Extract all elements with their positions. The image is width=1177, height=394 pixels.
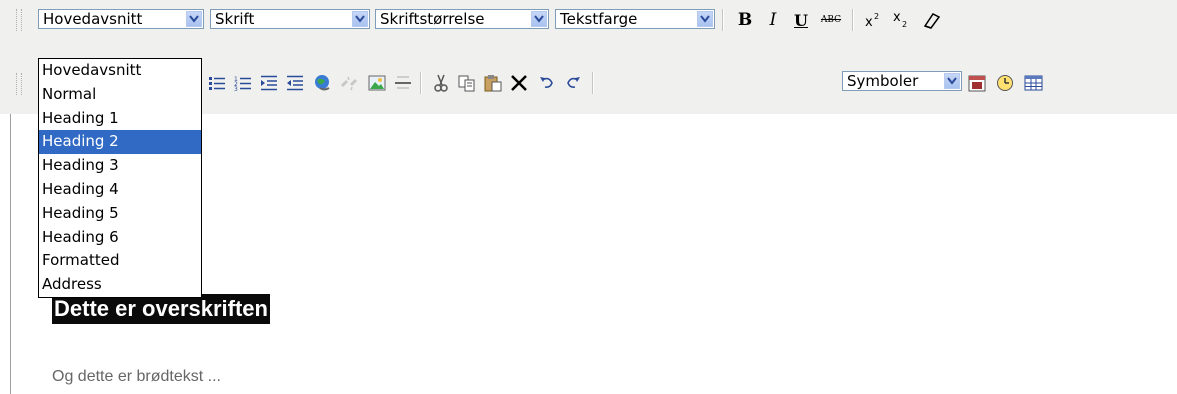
font-select[interactable]: Skrift [210,9,370,29]
format-option[interactable]: Heading 1 [39,107,201,131]
outdent-button[interactable] [284,72,306,94]
paste-icon [484,75,502,92]
chevron-down-icon[interactable] [697,11,713,27]
chevron-down-icon[interactable] [531,11,547,27]
symbols-select[interactable]: Symboler [842,71,962,91]
format-option[interactable]: Heading 2 [39,130,201,155]
numbered-list-button[interactable]: 123 [232,72,254,94]
cut-button[interactable] [430,72,452,94]
copy-button[interactable] [456,72,478,94]
font-size-select-value: Skriftstørrelse [380,10,485,28]
undo-icon [540,77,553,88]
symbols-select-value: Symboler [847,72,919,90]
text-color-select-value: Tekstfarge [560,10,638,28]
undo-button[interactable] [536,72,558,94]
format-option[interactable]: Formatted [39,249,201,273]
insert-image-button[interactable] [366,72,388,94]
body-paragraph[interactable]: Og dette er brødtekst ... [52,368,221,386]
superscript-button[interactable]: x2 [862,9,884,31]
unlink-button[interactable] [338,72,360,94]
format-option[interactable]: Normal [39,83,201,107]
redo-icon [567,77,580,88]
image-icon [368,75,386,91]
svg-text:2: 2 [874,12,879,21]
underline-button[interactable]: U [790,9,812,31]
close-icon [511,75,527,91]
chevron-down-icon[interactable] [352,11,368,27]
superscript-icon: x2 [865,12,879,29]
toolbar-separator [420,72,422,94]
font-select-value: Skrift [215,10,255,28]
paste-button[interactable] [482,72,504,94]
svg-text:2: 2 [902,20,907,29]
format-option[interactable]: Heading 3 [39,154,201,178]
svg-text:x: x [865,15,873,29]
subscript-button[interactable]: x2 [890,9,912,31]
strikethrough-button[interactable]: ABC [818,9,844,31]
bullet-list-button[interactable] [206,72,228,94]
copy-icon [458,75,475,92]
indent-button[interactable] [258,72,280,94]
remove-format-button[interactable] [920,9,942,31]
subscript-icon: x2 [893,11,907,29]
toolbar-grip[interactable] [16,73,22,95]
scissors-icon [434,74,448,92]
font-size-select[interactable]: Skriftstørrelse [375,9,549,29]
format-option[interactable]: Heading 5 [39,202,201,226]
svg-text:x: x [893,11,901,25]
toolbar-separator [852,9,854,31]
calendar-icon [968,75,986,92]
bullet-list-icon [209,77,225,90]
redo-button[interactable] [562,72,584,94]
insert-time-button[interactable] [994,72,1016,94]
format-dropdown-list: Hovedavsnitt Normal Heading 1 Heading 2 Head… [38,58,202,298]
insert-table-button[interactable] [1022,72,1044,94]
unlink-icon [340,76,358,91]
clock-icon [997,75,1013,91]
text-color-select[interactable]: Tekstfarge [555,9,715,29]
chevron-down-icon[interactable] [186,11,202,27]
bold-button[interactable]: B [734,9,756,31]
svg-text:3: 3 [234,86,238,92]
format-option[interactable]: Address [39,273,201,297]
indent-icon [261,75,277,91]
eraser-icon [923,13,941,29]
toolbar-separator [722,9,724,31]
globe-link-icon [315,75,330,91]
format-select-value: Hovedavsnitt [43,10,143,28]
format-select[interactable]: Hovedavsnitt [38,9,204,29]
outdent-icon [287,75,303,91]
horizontal-rule-icon [395,76,411,89]
selected-heading-text[interactable]: Dette er overskriften [52,294,270,324]
horizontal-rule-button[interactable] [392,72,414,94]
italic-button[interactable]: I [762,9,784,31]
toolbar-separator [592,72,594,94]
table-icon [1024,75,1043,91]
delete-button[interactable] [508,72,530,94]
insert-date-button[interactable] [966,72,988,94]
toolbar-row-1: Hovedavsnitt Skrift Skriftstørrelse Teks… [0,0,1177,40]
format-option[interactable]: Hovedavsnitt [39,59,201,83]
format-option[interactable]: Heading 6 [39,226,201,250]
insert-link-button[interactable] [312,72,334,94]
chevron-down-icon[interactable] [944,73,960,89]
numbered-list-icon: 123 [234,76,251,92]
toolbar-grip[interactable] [16,9,22,31]
format-option[interactable]: Heading 4 [39,178,201,202]
